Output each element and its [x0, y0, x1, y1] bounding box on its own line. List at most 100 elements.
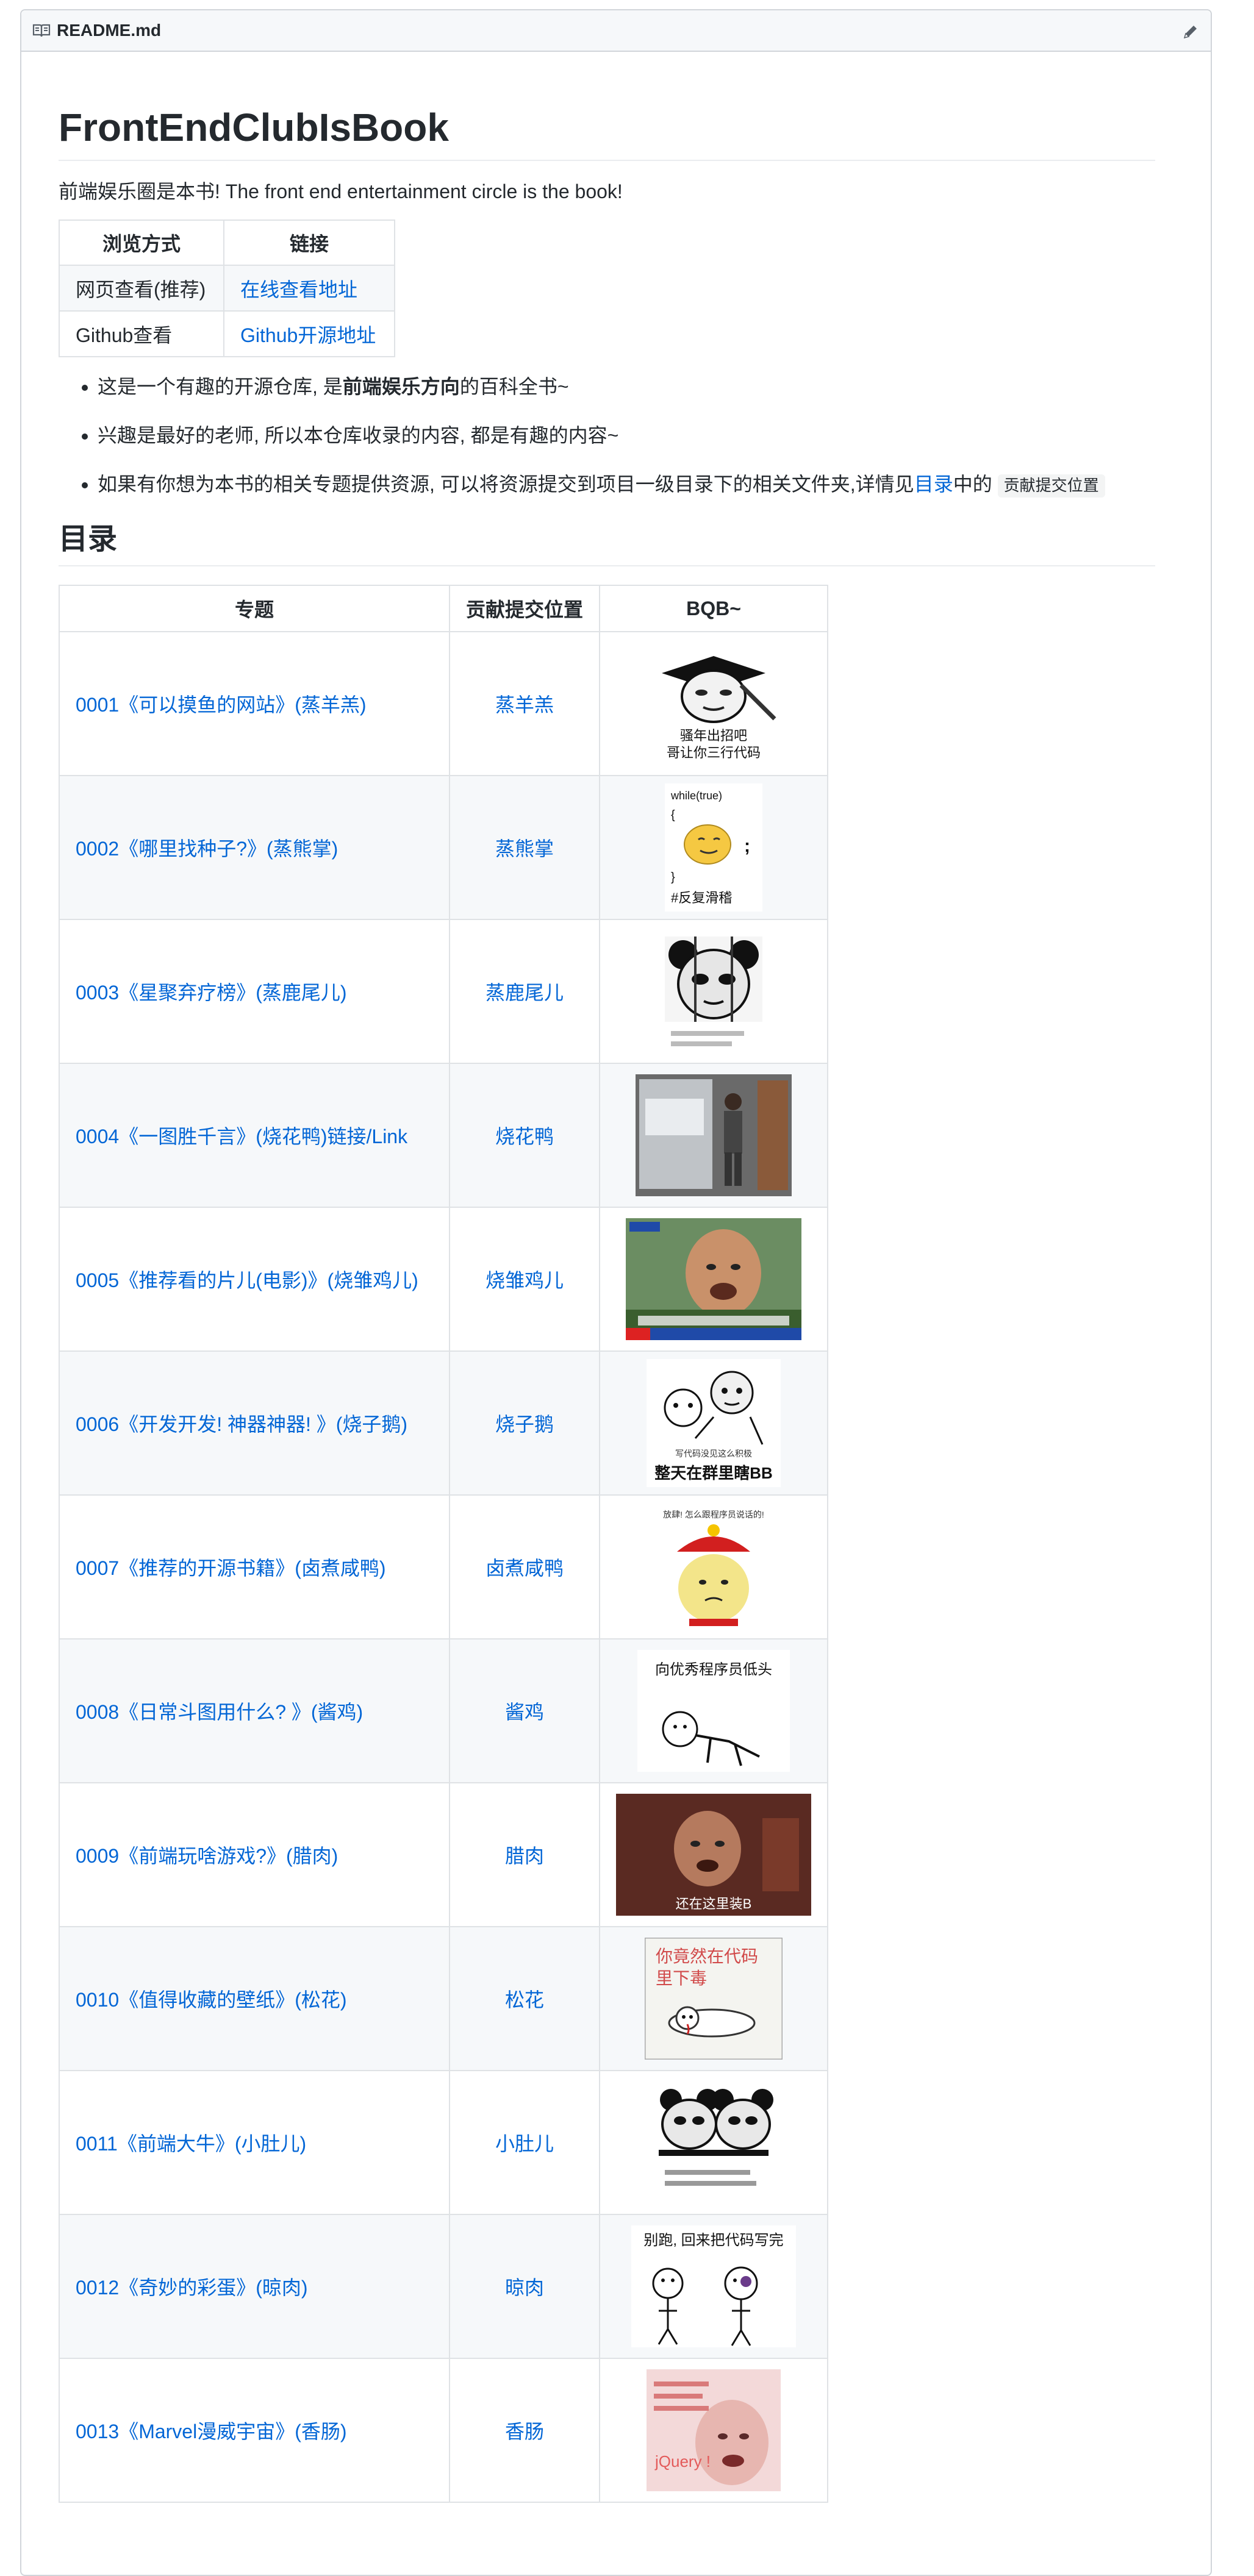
intro-list: 这是一个有趣的开源仓库, 是前端娱乐方向的百科全书~ 兴趣是最好的老师, 所以本…	[59, 373, 1155, 499]
contributor-link[interactable]: 酱鸡	[505, 1701, 544, 1723]
toc-header-bqb: BQB~	[599, 585, 828, 632]
table-row: Github查看 Github开源地址	[59, 310, 395, 357]
meme-image: 写代码没见这么积极 整天在群里瞎BB	[647, 1359, 781, 1487]
meme-image: 放肆! 怎么跟程序员说话的!	[653, 1503, 775, 1631]
table-row: 0007《推荐的开源书籍》(卤煮咸鸭) 卤煮咸鸭 放肆! 怎么跟程序员说话的!	[59, 1494, 828, 1639]
contributor-link[interactable]: 烧花鸭	[495, 1126, 554, 1147]
contributor-link[interactable]: 蒸熊掌	[495, 838, 554, 860]
contributor-link[interactable]: 烧雏鸡儿	[485, 1269, 564, 1291]
svg-text:{: {	[671, 808, 675, 822]
bullet-text: 中的	[953, 473, 992, 495]
toc-table: 专题 贡献提交位置 BQB~ 0001《可以摸鱼的网站》(蒸羊羔) 蒸羊羔 骚年…	[59, 585, 828, 2503]
contributor-link[interactable]: 蒸羊羔	[495, 694, 554, 716]
file-name: README.md	[57, 21, 162, 40]
svg-text:}: }	[671, 871, 675, 884]
meme-image: 你竟然在代码 里下毒	[645, 1938, 783, 2060]
intro-text: 前端娱乐圈是本书! The front end entertainment ci…	[59, 180, 623, 202]
meme-caption: 骚年出招吧	[680, 728, 747, 743]
contributor-link[interactable]: 卤煮咸鸭	[485, 1557, 564, 1579]
table-row: 0005《推荐看的片儿(电影)》(烧雏鸡儿) 烧雏鸡儿	[59, 1207, 828, 1352]
meme-image: 还在这里装B	[616, 1794, 811, 1916]
contributor-link[interactable]: 晾肉	[505, 2277, 544, 2299]
readme-article: FrontEndClubIsBook 前端娱乐圈是本书! The front e…	[59, 102, 1155, 2503]
meme-caption: 向优秀程序员低头	[655, 1661, 772, 1678]
meme-image: 别跑, 回来把代码写完	[631, 2225, 796, 2347]
table-row: 0012《奇妙的彩蛋》(晾肉) 晾肉 别跑, 回来把代码写完	[59, 2214, 828, 2359]
meme-image: while(true) { ; } #反复滑稽	[665, 783, 762, 912]
bullet-bold: 前端娱乐方向	[342, 376, 460, 398]
topic-link[interactable]: 0008《日常斗图用什么? 》(酱鸡)	[76, 1701, 363, 1723]
meme-image	[636, 1074, 792, 1196]
meme-image: 骚年出招吧 哥让你三行代码	[637, 643, 790, 765]
topic-link[interactable]: 0003《星聚弃疗榜》(蒸鹿尾儿)	[76, 982, 347, 1004]
bullet-text: 的百科全书~	[459, 376, 569, 398]
contributor-link[interactable]: 烧子鹅	[495, 1413, 554, 1435]
topic-link[interactable]: 0011《前端大牛》(小肚儿)	[76, 2133, 306, 2155]
meme-caption: #反复滑稽	[671, 890, 732, 905]
meme-image	[626, 1218, 801, 1340]
topic-link[interactable]: 0004《一图胜千言》(烧花鸭)链接/Link	[76, 1126, 407, 1147]
topic-link[interactable]: 0013《Marvel漫威宇宙》(香肠)	[76, 2421, 347, 2442]
view-mode-cell: 网页查看(推荐)	[59, 265, 224, 312]
meme-image	[653, 2082, 775, 2203]
topic-link[interactable]: 0006《开发开发! 神器神器! 》(烧子鹅)	[76, 1413, 407, 1435]
table-row: 0004《一图胜千言》(烧花鸭)链接/Link 烧花鸭	[59, 1063, 828, 1208]
table-row: 0009《前端玩啥游戏?》(腊肉) 腊肉 还在这里装B	[59, 1782, 828, 1927]
svg-text:你竟然在代码: 你竟然在代码	[656, 1947, 758, 1966]
pencil-icon[interactable]	[1181, 23, 1200, 41]
meme-caption: 哥让你三行代码	[667, 745, 761, 760]
contributor-link[interactable]: 蒸鹿尾儿	[485, 982, 564, 1004]
meme-image	[659, 930, 769, 1052]
list-item: 这是一个有趣的开源仓库, 是前端娱乐方向的百科全书~	[98, 373, 1155, 400]
toc-header-contributor: 贡献提交位置	[449, 585, 600, 632]
table-row: 0013《Marvel漫威宇宙》(香肠) 香肠 jQuery !	[59, 2358, 828, 2503]
view-table: 浏览方式 链接 网页查看(推荐) 在线查看地址 Github查看 Github开…	[59, 219, 395, 357]
topic-link[interactable]: 0009《前端玩啥游戏?》(腊肉)	[76, 1845, 338, 1867]
github-link[interactable]: Github开源地址	[240, 324, 376, 346]
view-table-header-link: 链接	[223, 219, 395, 266]
readme-header: README.md	[21, 10, 1211, 52]
table-row: 0003《星聚弃疗榜》(蒸鹿尾儿) 蒸鹿尾儿	[59, 919, 828, 1064]
meme-image: jQuery !	[647, 2369, 781, 2491]
table-row: 0006《开发开发! 神器神器! 》(烧子鹅) 烧子鹅 写代码没见这么积极 整天…	[59, 1350, 828, 1496]
online-view-link[interactable]: 在线查看地址	[240, 279, 357, 301]
page-title: FrontEndClubIsBook	[59, 102, 1155, 161]
topic-link[interactable]: 0005《推荐看的片儿(电影)》(烧雏鸡儿)	[76, 1269, 418, 1291]
bullet-text: 这是一个有趣的开源仓库, 是	[98, 376, 343, 398]
svg-text:;: ;	[744, 836, 750, 856]
meme-image: 向优秀程序员低头	[637, 1650, 790, 1772]
meme-caption: jQuery !	[654, 2452, 711, 2471]
bullet-text: 兴趣是最好的老师, 所以本仓库收录的内容, 都是有趣的内容~	[98, 424, 619, 446]
topic-link[interactable]: 0001《可以摸鱼的网站》(蒸羊羔)	[76, 694, 367, 716]
contributor-link[interactable]: 腊肉	[505, 1845, 544, 1867]
toc-header-topic: 专题	[59, 585, 450, 632]
book-icon	[32, 24, 51, 37]
contributor-link[interactable]: 香肠	[505, 2421, 544, 2442]
table-row: 网页查看(推荐) 在线查看地址	[59, 265, 395, 312]
svg-text:放肆! 怎么跟程序员说话的!: 放肆! 怎么跟程序员说话的!	[663, 1510, 764, 1519]
topic-link[interactable]: 0007《推荐的开源书籍》(卤煮咸鸭)	[76, 1557, 386, 1579]
meme-caption: 整天在群里瞎BB	[654, 1464, 773, 1482]
topic-link[interactable]: 0010《值得收藏的壁纸》(松花)	[76, 1989, 347, 2011]
meme-caption: 还在这里装B	[676, 1896, 752, 1911]
list-item: 如果有你想为本书的相关专题提供资源, 可以将资源提交到项目一级目录下的相关文件夹…	[98, 471, 1155, 499]
view-mode-cell: Github查看	[59, 310, 224, 357]
table-row: 0002《哪里找种子?》(蒸熊掌) 蒸熊掌 while(true) { ; } …	[59, 775, 828, 920]
contributor-link[interactable]: 小肚儿	[495, 2133, 554, 2155]
view-table-header-mode: 浏览方式	[59, 219, 224, 266]
meme-caption: 别跑, 回来把代码写完	[643, 2232, 783, 2249]
table-row: 0001《可以摸鱼的网站》(蒸羊羔) 蒸羊羔 骚年出招吧 哥让你三行代码	[59, 631, 828, 776]
toc-heading: 目录	[59, 521, 1155, 566]
topic-link[interactable]: 0012《奇妙的彩蛋》(晾肉)	[76, 2277, 308, 2299]
topic-link[interactable]: 0002《哪里找种子?》(蒸熊掌)	[76, 838, 338, 860]
bullet-text: 如果有你想为本书的相关专题提供资源, 可以将资源提交到项目一级目录下的相关文件夹…	[98, 473, 914, 495]
svg-text:里下毒: 里下毒	[656, 1969, 707, 1988]
list-item: 兴趣是最好的老师, 所以本仓库收录的内容, 都是有趣的内容~	[98, 422, 1155, 449]
svg-text:while(true): while(true)	[670, 790, 722, 802]
toc-link[interactable]: 目录	[914, 473, 953, 495]
table-row: 0008《日常斗图用什么? 》(酱鸡) 酱鸡 向优秀程序员低头	[59, 1638, 828, 1783]
contributor-link[interactable]: 松花	[505, 1989, 544, 2011]
table-row: 0010《值得收藏的壁纸》(松花) 松花 你竟然在代码 里下毒	[59, 1926, 828, 2071]
table-row: 0011《前端大牛》(小肚儿) 小肚儿	[59, 2070, 828, 2215]
inline-code: 贡献提交位置	[997, 474, 1105, 498]
